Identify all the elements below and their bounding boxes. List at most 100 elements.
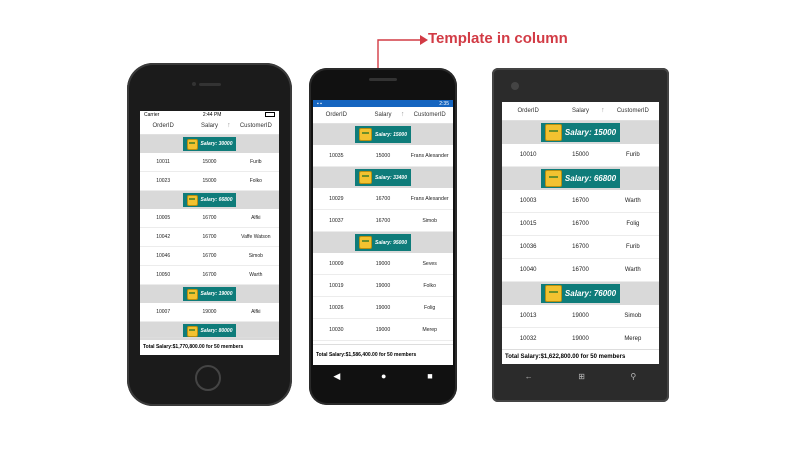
customer-cell: Folko bbox=[423, 282, 437, 289]
order-cell: 10032 bbox=[519, 336, 537, 342]
table-row[interactable]: 10023 15000 Folko bbox=[140, 172, 279, 191]
money-icon bbox=[186, 194, 198, 206]
order-cell: 10009 bbox=[329, 260, 344, 267]
table-row[interactable]: 10007 19000 Alfki bbox=[140, 303, 279, 322]
order-cell: 10003 bbox=[519, 198, 537, 204]
order-cell: 10011 bbox=[156, 159, 170, 165]
money-icon bbox=[544, 285, 562, 302]
table-row[interactable]: 10037 16700 Simob bbox=[313, 210, 453, 232]
grid-body[interactable]: Salary: 15000 10035 15000 Frans Alexander Sa… bbox=[313, 124, 453, 363]
salary-cell: 16700 bbox=[202, 253, 217, 259]
header-orderid[interactable]: OrderID bbox=[140, 123, 186, 129]
salary-cell: 19000 bbox=[572, 313, 589, 319]
table-row[interactable]: 10035 15000 Frans Alexander bbox=[313, 145, 453, 167]
customer-cell: Warth bbox=[624, 198, 641, 204]
group-label: Salary: 76000 bbox=[564, 289, 617, 298]
table-row[interactable]: 10013 19000 Simob bbox=[502, 305, 659, 328]
group-caption-row[interactable]: Salary: 95000 bbox=[313, 232, 453, 253]
table-row[interactable]: 10050 16700 Warth bbox=[140, 266, 279, 285]
table-row[interactable]: 10030 19000 Merep bbox=[313, 319, 453, 341]
salary-cell: 19000 bbox=[202, 309, 217, 315]
notification-icons: ▪ ▪ bbox=[317, 100, 322, 107]
salary-template-badge: Salary: 80000 bbox=[182, 324, 237, 338]
windows-icon[interactable]: ⊞ bbox=[578, 372, 585, 381]
money-icon bbox=[186, 138, 198, 150]
table-row[interactable]: 10003 16700 Warth bbox=[502, 190, 659, 213]
money-icon bbox=[359, 171, 372, 184]
order-cell: 10046 bbox=[156, 253, 171, 259]
salary-cell: 15000 bbox=[375, 152, 391, 159]
header-orderid[interactable]: OrderID bbox=[502, 108, 554, 114]
table-row[interactable]: 10040 16700 Warth bbox=[502, 259, 659, 282]
customer-cell: Merep bbox=[624, 336, 642, 342]
salary-template-badge: Salary: 76000 bbox=[540, 284, 621, 303]
table-row[interactable]: 10032 19000 Merep bbox=[502, 328, 659, 351]
table-row[interactable]: 10046 16700 Simob bbox=[140, 247, 279, 266]
customer-cell: Folig bbox=[424, 304, 436, 311]
windows-device: OrderID Salary ↑ CustomerID Salary: 15000… bbox=[492, 68, 669, 402]
grid-header[interactable]: OrderID Salary ↑ CustomerID bbox=[502, 102, 659, 121]
header-salary-label: Salary bbox=[374, 112, 392, 118]
group-caption-row[interactable]: Salary: 76000 bbox=[502, 282, 659, 305]
header-salary[interactable]: Salary ↑ bbox=[186, 122, 232, 129]
callout-label: Template in column bbox=[428, 30, 568, 47]
group-label: Salary: 33400 bbox=[375, 174, 407, 181]
carrier-text: Carrier bbox=[144, 111, 160, 118]
money-icon bbox=[544, 124, 562, 141]
grid-body[interactable]: Salary: 15000 10010 15000 Furib Salary: 6680… bbox=[502, 121, 659, 364]
search-icon[interactable]: ⚲ bbox=[630, 372, 636, 381]
customer-cell: Seves bbox=[422, 260, 437, 267]
group-caption-row[interactable]: Salary: 33400 bbox=[313, 167, 453, 188]
header-salary[interactable]: Salary ↑ bbox=[360, 111, 407, 118]
iphone-status-bar: Carrier 2:44 PM bbox=[140, 111, 279, 118]
table-summary: Total Salary:$1,622,800.00 for 50 member… bbox=[502, 349, 659, 364]
salary-template-badge: Salary: 15000 bbox=[540, 123, 621, 142]
customer-cell: Simob bbox=[422, 217, 438, 224]
table-row[interactable]: 10009 19000 Seves bbox=[313, 253, 453, 275]
recents-icon[interactable]: ■ bbox=[427, 371, 432, 381]
header-customerid[interactable]: CustomerID bbox=[406, 112, 453, 118]
table-row[interactable]: 10010 15000 Furib bbox=[502, 144, 659, 167]
table-row[interactable]: 10036 16700 Furib bbox=[502, 236, 659, 259]
money-icon bbox=[186, 325, 198, 337]
windows-camera bbox=[511, 82, 519, 90]
home-icon[interactable]: ● bbox=[381, 371, 386, 381]
group-caption-row[interactable]: Salary: 15000 bbox=[502, 121, 659, 144]
group-caption-row[interactable]: Salary: 66800 bbox=[502, 167, 659, 190]
group-caption-row[interactable]: Salary: 19000 bbox=[140, 285, 279, 303]
table-row[interactable]: 10005 16700 Alfki bbox=[140, 209, 279, 228]
order-cell: 10050 bbox=[156, 272, 171, 278]
status-time: 2:44 PM bbox=[202, 111, 222, 118]
table-row[interactable]: 10026 19000 Folig bbox=[313, 297, 453, 319]
windows-nav-bar: ← ⊞ ⚲ bbox=[502, 368, 659, 384]
group-label: Salary: 19000 bbox=[200, 291, 233, 297]
table-row[interactable]: 10042 16700 Vaffe Watson bbox=[140, 228, 279, 247]
header-customerid[interactable]: CustomerID bbox=[607, 108, 659, 114]
iphone-screen: Carrier 2:44 PM OrderID Salary ↑ Customer… bbox=[140, 111, 279, 355]
group-caption-row[interactable]: Salary: 15000 bbox=[313, 124, 453, 145]
group-caption-row[interactable]: Salary: 66800 bbox=[140, 191, 279, 209]
salary-cell: 19000 bbox=[572, 336, 589, 342]
grid-body[interactable]: Salary: 30000 10011 15000 Furib 10023 15000 Fo… bbox=[140, 135, 279, 340]
table-row[interactable]: 10015 16700 Folig bbox=[502, 213, 659, 236]
status-time: 2:35 bbox=[439, 100, 449, 107]
home-button[interactable] bbox=[195, 365, 221, 391]
customer-cell: Warth bbox=[249, 272, 263, 278]
header-orderid[interactable]: OrderID bbox=[313, 112, 360, 118]
group-caption-row[interactable]: Salary: 30000 bbox=[140, 135, 279, 153]
table-row[interactable]: 10011 15000 Furib bbox=[140, 153, 279, 172]
header-salary-label: Salary bbox=[571, 108, 589, 114]
table-row[interactable]: 10019 19000 Folko bbox=[313, 275, 453, 297]
header-salary[interactable]: Salary ↑ bbox=[554, 107, 606, 114]
grid-header[interactable]: OrderID Salary ↑ CustomerID bbox=[140, 118, 279, 135]
customer-cell: Alfki bbox=[251, 215, 261, 221]
grid-header[interactable]: OrderID Salary ↑ CustomerID bbox=[313, 107, 453, 124]
group-label: Salary: 66800 bbox=[564, 174, 617, 183]
back-icon[interactable]: ◀ bbox=[333, 371, 340, 382]
money-icon bbox=[186, 288, 198, 300]
table-row[interactable]: 10029 16700 Frans Alexander bbox=[313, 188, 453, 210]
group-label: Salary: 15000 bbox=[564, 128, 617, 137]
header-customerid[interactable]: CustomerID bbox=[233, 123, 279, 129]
back-icon[interactable]: ← bbox=[525, 372, 533, 381]
sort-ascending-icon: ↑ bbox=[400, 111, 405, 118]
